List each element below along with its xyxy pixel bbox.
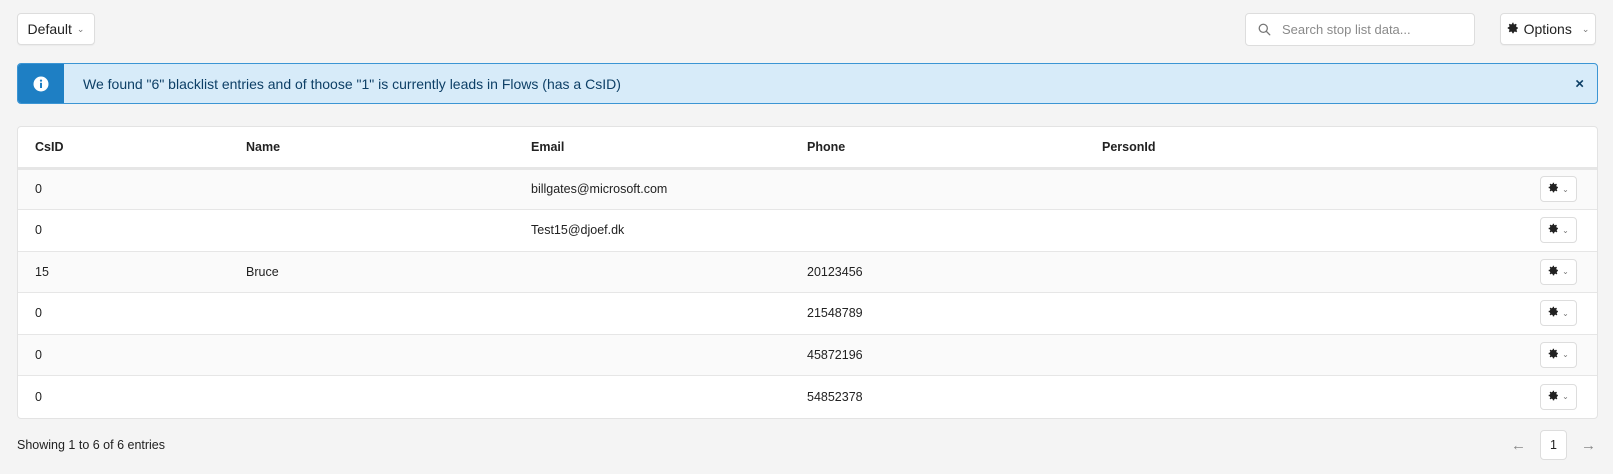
cell-csid: 0 [18,334,246,376]
cell-name [246,168,531,210]
chevron-down-icon: ⌄ [1562,392,1569,401]
cell-email [531,292,807,335]
info-icon [18,64,64,103]
chevron-down-icon: ⌄ [1581,23,1590,34]
gear-icon [1548,223,1559,237]
alert-message: We found "6" blacklist entries and of th… [83,75,621,92]
options-label: Options [1523,21,1572,37]
chevron-down-icon: ⌄ [1562,308,1569,318]
column-header-name[interactable]: Name [246,127,531,170]
table-header-row: CsID Name Email Phone PersonId [18,127,1597,170]
cell-email [531,376,807,418]
page-1-button[interactable]: 1 [1540,430,1567,460]
column-header-personid[interactable]: PersonId [1102,127,1537,170]
view-dropdown-button[interactable]: Default ⌄ [17,13,95,45]
cell-personid [1102,251,1537,293]
table-row: 0 21548789 ⌄ [18,292,1597,335]
cell-actions: ⌄ [1537,251,1597,293]
gear-icon [1548,390,1559,404]
row-actions-button[interactable]: ⌄ [1540,300,1577,327]
row-actions-button[interactable]: ⌄ [1540,258,1577,285]
cell-name [246,334,531,376]
cell-name [246,376,531,418]
chevron-down-icon: ⌄ [1562,225,1569,235]
gear-icon [1507,21,1519,37]
gear-icon [1548,306,1559,320]
cell-csid: 0 [18,292,246,335]
chevron-down-icon: ⌄ [1562,350,1569,360]
cell-actions: ⌄ [1537,292,1597,335]
row-actions-button[interactable]: ⌄ [1540,383,1577,410]
cell-actions: ⌄ [1537,209,1597,252]
cell-phone: 54852378 [807,389,863,404]
chevron-down-icon: ⌄ [1562,184,1569,194]
cell-phone: 20123456 [807,251,1102,293]
cell-actions: ⌄ [1537,334,1597,376]
cell-csid: 0 [18,209,246,252]
options-button[interactable]: Options ⌄ [1500,13,1596,45]
table-row: 0 billgates@microsoft.com ⌄ [18,168,1597,210]
search-box[interactable] [1245,13,1475,46]
pagination: ← 1 → [1511,430,1596,460]
row-actions-button[interactable]: ⌄ [1540,341,1577,368]
table-row: 0 Test15@djoef.dk ⌄ [18,209,1597,252]
search-input[interactable] [1282,22,1462,37]
cell-personid [1102,334,1537,376]
cell-personid [1102,376,1537,418]
cell-personid [1102,168,1537,210]
cell-phone: 45872196 [807,334,1102,376]
gear-icon [1548,348,1559,362]
row-actions-button[interactable]: ⌄ [1540,176,1577,203]
cell-phone [807,209,1102,252]
cell-personid [1102,292,1537,335]
cell-personid [1102,209,1537,252]
close-icon[interactable]: × [1575,75,1584,92]
cell-csid: 0 [35,389,42,404]
cell-actions: ⌄ [1537,376,1597,418]
cell-name: Bruce [246,251,531,293]
stoplist-table: CsID Name Email Phone PersonId 0 billgate… [18,127,1597,417]
entries-info: Showing 1 to 6 of 6 entries [17,438,166,452]
table-row: 0 54852378 ⌄ [18,376,1597,418]
cell-name [246,292,531,335]
cell-actions: ⌄ [1537,168,1597,210]
cell-csid: 15 [18,251,246,293]
cell-email [531,334,807,376]
cell-email: Test15@djoef.dk [531,209,807,252]
chevron-down-icon: ⌄ [76,23,85,34]
prev-page-button[interactable]: ← [1511,437,1526,454]
cell-name [246,209,531,252]
column-header-phone[interactable]: Phone [807,127,1102,170]
cell-email: billgates@microsoft.com [531,168,807,210]
gear-icon [1548,182,1559,196]
table-row: 0 45872196 ⌄ [18,334,1597,376]
column-header-actions [1537,127,1597,170]
cell-email [531,251,807,293]
column-header-email[interactable]: Email [531,127,807,170]
cell-phone [807,168,1102,210]
gear-icon [1548,265,1559,279]
next-page-button[interactable]: → [1581,437,1596,454]
view-label: Default [27,21,72,37]
stoplist-table-card: CsID Name Email Phone PersonId 0 billgate… [17,126,1598,419]
toolbar: Default ⌄ Options ⌄ [17,13,1596,46]
table-row: 15 Bruce 20123456 ⌄ [18,251,1597,293]
row-actions-button[interactable]: ⌄ [1540,217,1577,244]
column-header-csid[interactable]: CsID [18,127,246,170]
cell-phone: 21548789 [807,292,1102,335]
search-icon [1246,23,1282,36]
chevron-down-icon: ⌄ [1562,267,1569,277]
cell-csid: 0 [18,168,246,210]
info-alert: We found "6" blacklist entries and of th… [17,63,1598,104]
